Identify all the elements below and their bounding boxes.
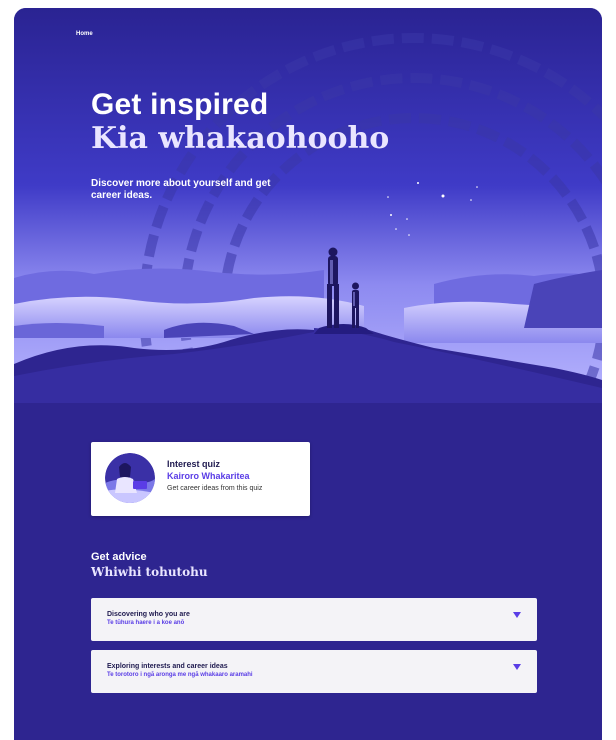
page-title: Get inspired xyxy=(91,88,269,121)
page-frame: Home Get inspired Kia whakaohooho Discov… xyxy=(14,8,602,740)
accordion-subtitle: Te torotoro i ngā aronga me ngā whakaaro… xyxy=(107,672,253,678)
chevron-down-icon[interactable] xyxy=(513,612,521,618)
page-intro: Discover more about yourself and get car… xyxy=(91,178,271,201)
accordion-exploring-interests[interactable]: Exploring interests and career ideas Te … xyxy=(91,650,537,693)
hero-illustration xyxy=(14,8,602,403)
breadcrumb-home-link[interactable]: Home xyxy=(76,31,93,37)
page-title-maori: Kia whakaohooho xyxy=(91,121,390,156)
quiz-title: Interest quiz xyxy=(167,459,221,469)
accordion-title: Exploring interests and career ideas xyxy=(107,663,228,670)
quiz-illustration xyxy=(105,453,155,503)
accordion-discovering-who-you-are[interactable]: Discovering who you are Te tūhura haere … xyxy=(91,598,537,641)
interest-quiz-card[interactable]: Interest quiz Kairoro Whakaritea Get car… xyxy=(91,442,310,516)
advice-heading-maori: Whiwhi tohutohu xyxy=(91,565,208,579)
chevron-down-icon[interactable] xyxy=(513,664,521,670)
accordion-subtitle: Te tūhura haere i a koe anō xyxy=(107,620,185,626)
quiz-subtitle: Kairoro Whakaritea xyxy=(167,471,250,481)
accordion-title: Discovering who you are xyxy=(107,611,190,618)
advice-heading: Get advice xyxy=(91,551,147,563)
quiz-description: Get career ideas from this quiz xyxy=(167,485,263,492)
